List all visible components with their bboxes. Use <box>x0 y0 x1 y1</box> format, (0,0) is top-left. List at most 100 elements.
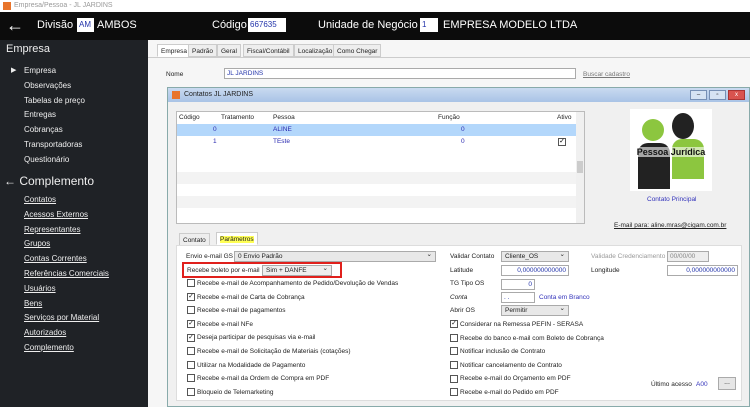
col-pessoa[interactable]: Pessoa <box>273 114 295 121</box>
dialog-title: Contatos JL JARDINS <box>184 91 253 98</box>
codigo-input[interactable]: 667635 <box>248 18 286 32</box>
ativo-checkbox[interactable]: ✓ <box>558 138 566 146</box>
col-codigo[interactable]: Código <box>179 114 200 121</box>
divisao-input[interactable]: AM <box>77 18 94 32</box>
col-tratamento[interactable]: Tratamento <box>221 114 254 121</box>
maximize-button[interactable]: ▫ <box>709 90 726 100</box>
tg-input[interactable]: 0 <box>501 279 535 290</box>
envio-label: Envio e-mail GS <box>186 253 233 260</box>
col-ativo[interactable]: Ativo <box>557 114 571 121</box>
checkbox[interactable]: ✓ <box>187 292 195 301</box>
checkbox-item[interactable]: Notificar inclusão de Contrato <box>450 347 545 357</box>
sidebar-item[interactable]: Observações <box>24 81 71 90</box>
contato-principal-link[interactable]: Contato Principal <box>647 196 697 203</box>
checkbox[interactable] <box>450 361 458 370</box>
validade-input[interactable]: 00/00/00 <box>667 251 709 262</box>
minimize-button[interactable]: – <box>690 90 707 100</box>
sidebar-link[interactable]: Referências Comerciais <box>24 269 109 278</box>
latitude-input[interactable]: 0,000000000000 <box>501 265 569 276</box>
sidebar-link[interactable]: Usuários <box>24 284 56 293</box>
sidebar-item[interactable]: Cobranças <box>24 125 63 134</box>
tg-label: TG Tipo OS <box>450 280 485 287</box>
sidebar-section-complemento: ← Complemento <box>4 174 94 188</box>
table-row[interactable]: 1 TEste 0 ✓ <box>177 136 577 148</box>
checkbox[interactable] <box>450 388 458 397</box>
checkbox[interactable] <box>187 306 195 315</box>
checkbox[interactable] <box>450 374 458 383</box>
grid-scrollbar[interactable] <box>576 112 584 223</box>
checkbox[interactable] <box>187 388 195 397</box>
checkbox[interactable] <box>187 374 195 383</box>
unidade-input[interactable]: 1 <box>420 18 438 32</box>
checkbox[interactable]: ✓ <box>187 320 195 329</box>
sidebar-link[interactable]: Contas Correntes <box>24 254 87 263</box>
checkbox[interactable] <box>187 347 195 356</box>
checkbox-label: Recebe e-mail do Orçamento em PDF <box>460 375 571 383</box>
checkbox-item[interactable]: Utilizar na Modalidade de Pagamento <box>187 360 305 371</box>
tab[interactable]: Padrão <box>188 44 217 57</box>
longitude-input[interactable]: 0,000000000000 <box>667 265 738 276</box>
sidebar-item[interactable]: Transportadoras <box>24 140 82 149</box>
checkbox-label: Recebe e-mail de Acompanhamento de Pedid… <box>197 280 399 287</box>
checkbox-item[interactable]: Recebe e-mail do Orçamento em PDF <box>450 374 571 384</box>
table-row[interactable]: 0 ALINE 0 <box>177 124 577 136</box>
checkbox-item[interactable]: Recebe e-mail de pagamentos <box>187 306 286 316</box>
tab[interactable]: Localização <box>294 44 337 57</box>
checkbox-item[interactable]: Recebe e-mail de Solicitação de Materiai… <box>187 347 351 357</box>
checkbox[interactable] <box>450 347 458 356</box>
ultimo-acesso-value: A00 <box>696 381 708 388</box>
conta-input[interactable]: . . <box>501 292 535 303</box>
conta-label: Conta <box>450 294 468 301</box>
tab[interactable]: Como Chegar <box>333 44 382 57</box>
sidebar-item[interactable]: Tabelas de preço <box>24 96 85 105</box>
more-button[interactable]: ... <box>718 377 736 390</box>
close-button[interactable]: x <box>728 90 745 100</box>
sidebar-link[interactable]: Serviços por Material <box>24 313 99 322</box>
buscar-cadastro-link[interactable]: Buscar cadastro <box>583 71 630 78</box>
sidebar-link[interactable]: Grupos <box>24 239 50 248</box>
sidebar-link[interactable]: Acessos Externos <box>24 210 88 219</box>
abrir-select[interactable]: Permitir <box>501 304 569 316</box>
validar-select[interactable]: Cliente_OS <box>501 250 569 262</box>
checkbox[interactable]: ✓ <box>187 333 195 342</box>
checkbox-item[interactable]: Recebe e-mail de Acompanhamento de Pedid… <box>187 279 398 289</box>
back-arrow-icon[interactable]: ← <box>6 15 24 36</box>
checkbox-label: Considerar na Remessa PEFIN - SERASA <box>460 321 584 328</box>
subtab-parametros[interactable]: Parâmetros <box>220 236 254 243</box>
back-arrow-icon[interactable]: ← <box>4 174 19 188</box>
tab[interactable]: Geral <box>217 44 241 57</box>
ultimo-acesso-label: Último acesso <box>651 381 692 388</box>
checkbox-item[interactable]: ✓ Recebe e-mail NFe <box>187 320 253 330</box>
sidebar-item[interactable]: Entregas <box>24 110 56 119</box>
tab[interactable]: Fiscal/Contábil <box>243 44 294 57</box>
conta-status: Conta em Branco <box>539 294 590 301</box>
checkbox-item[interactable]: Recebe do banco e-mail com Boleto de Cob… <box>450 333 604 344</box>
nome-input[interactable]: JL JARDINS <box>224 68 576 79</box>
checkbox-item[interactable]: Recebe e-mail da Ordem de Compra em PDF <box>187 374 329 384</box>
dialog-titlebar: Contatos JL JARDINS – ▫ x <box>168 88 749 102</box>
boleto-select[interactable]: Sim + DANFE <box>262 264 332 276</box>
envio-select[interactable]: 0 Envio Padrão <box>234 250 436 262</box>
tab[interactable]: Empresa <box>157 44 192 57</box>
checkbox-item[interactable]: Bloqueio de Telemarketing <box>187 388 274 398</box>
sidebar-link[interactable]: Autorizados <box>24 328 66 337</box>
checkbox[interactable] <box>187 360 195 369</box>
sidebar-link[interactable]: Contatos <box>24 195 56 204</box>
divisao-name: AMBOS <box>97 19 137 31</box>
checkbox[interactable]: ✓ <box>450 320 458 329</box>
checkbox[interactable] <box>450 333 458 342</box>
cell-pessoa: ALINE <box>273 126 292 133</box>
checkbox-item[interactable]: ✓ Deseja participar de pesquisas via e-ma… <box>187 333 316 343</box>
sidebar-item[interactable]: Questionário <box>24 155 69 164</box>
col-funcao[interactable]: Função <box>438 114 460 121</box>
sidebar-link[interactable]: Bens <box>24 299 42 308</box>
checkbox-item[interactable]: Notificar cancelamento de Contrato <box>450 361 562 371</box>
sidebar-link[interactable]: Representantes <box>24 225 80 234</box>
checkbox-item[interactable]: ✓ Considerar na Remessa PEFIN - SERASA <box>450 320 583 330</box>
checkbox-item[interactable]: ✓ Recebe e-mail de Carta de Cobrança <box>187 292 305 303</box>
checkbox[interactable] <box>187 279 195 288</box>
email-link[interactable]: E-mail para: aline.mras@cigam.com.br <box>614 222 726 229</box>
sidebar-link[interactable]: Complemento <box>24 343 74 352</box>
checkbox-item[interactable]: Recebe e-mail do Pedido em PDF <box>450 388 559 398</box>
sidebar-item[interactable]: Empresa <box>24 66 56 75</box>
